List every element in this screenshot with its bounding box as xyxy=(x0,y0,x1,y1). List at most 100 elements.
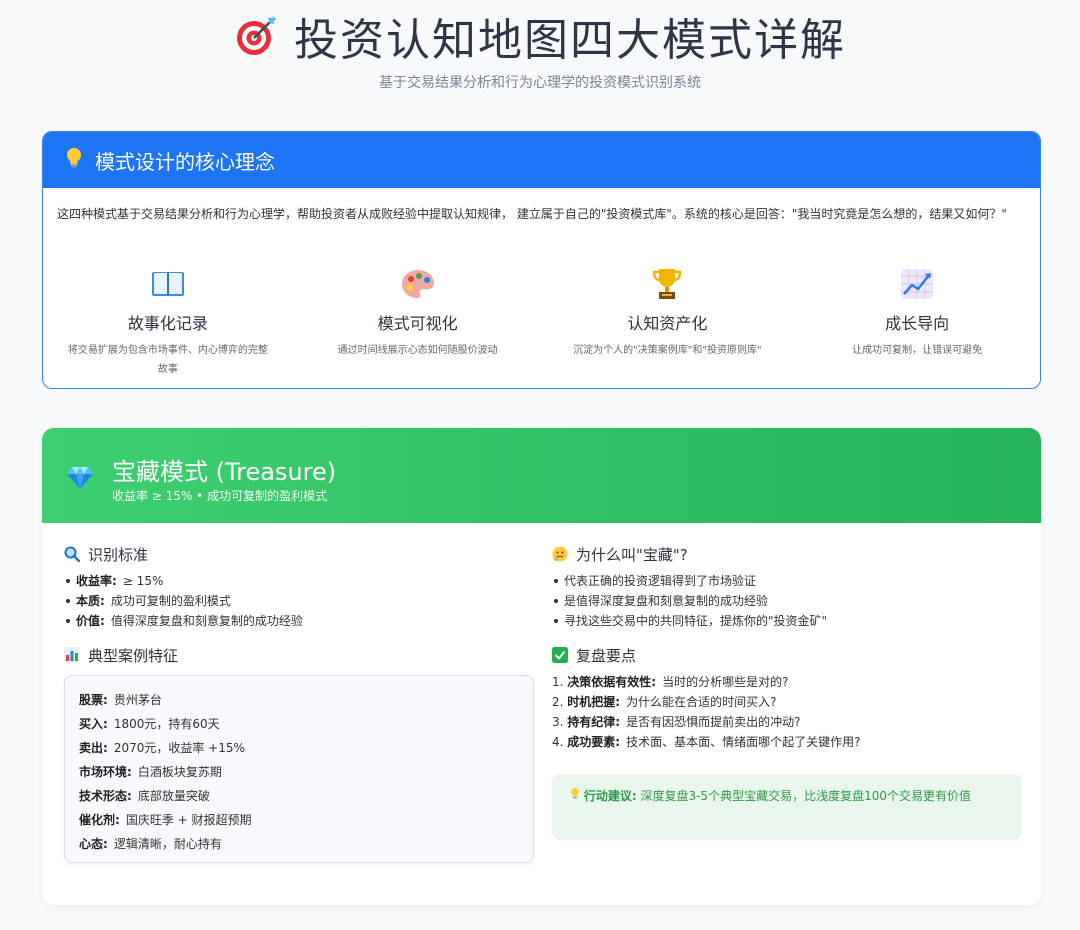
pillar-desc: 让成功可复制，让错误可避免 xyxy=(852,345,983,356)
item-number: 2. xyxy=(552,695,564,709)
list-item: 代表正确的投资逻辑得到了市场验证 xyxy=(552,571,1022,591)
item-value: 为什么能在合适的时间买入? xyxy=(626,695,777,709)
lightbulb-icon xyxy=(570,787,584,803)
item-key: 收益率: xyxy=(76,574,117,588)
case-section-title: 典型案例特征 xyxy=(64,645,534,665)
criteria-section-title: 识别标准 xyxy=(64,544,534,564)
case-value: 贵州茅台 xyxy=(113,693,162,707)
case-value: 2070元，收益率 +15% xyxy=(113,741,245,755)
core-concept-card: 模式设计的核心理念 这四种模式基于交易结果分析和行为心理学，帮助投资者从成败经验… xyxy=(42,131,1041,389)
treasure-subtitle: 收益率 ≥ 15% • 成功可复制的盈利模式 xyxy=(112,489,328,503)
criteria-title: 识别标准 xyxy=(88,545,149,564)
pillar-list: 故事化记录 将交易扩展为包含市场事件、内心博弈的完整故事 模式可视化 通过时间线… xyxy=(43,264,1040,379)
review-list: 1. 决策依据有效性: 当时的分析哪些是对的? 2. 时机把握: 为什么能在合适的时… xyxy=(552,672,1022,752)
case-row: 市场环境: 白酒板块复苏期 xyxy=(79,760,519,784)
review-section-title: 复盘要点 xyxy=(552,645,1022,665)
item-value: 成功可复制的盈利模式 xyxy=(110,594,231,608)
case-value: 国庆旺季 + 财报超预期 xyxy=(125,813,252,827)
item-key: 时机把握: xyxy=(567,695,621,709)
advice-label: 行动建议: xyxy=(583,789,637,803)
case-row: 卖出: 2070元，收益率 +15% xyxy=(79,736,519,760)
target-dart-icon xyxy=(234,14,278,58)
chart-up-icon xyxy=(792,264,1040,304)
list-item: 价值: 值得深度复盘和刻意复制的成功经验 xyxy=(64,611,534,631)
item-key: 持有纪律: xyxy=(567,715,621,729)
treasure-right-column: 为什么叫"宝藏"? 代表正确的投资逻辑得到了市场验证 是值得深度复盘和刻意复制的… xyxy=(552,544,1022,840)
magnifier-icon xyxy=(64,546,81,563)
item-value: 值得深度复盘和刻意复制的成功经验 xyxy=(110,614,303,628)
item-value: 当时的分析哪些是对的? xyxy=(662,675,789,689)
list-item: 2. 时机把握: 为什么能在合适的时间买入? xyxy=(552,692,1022,712)
pillar-title: 成长导向 xyxy=(885,314,950,333)
core-card-title: 模式设计的核心理念 xyxy=(95,149,275,174)
open-book-icon xyxy=(43,264,293,304)
treasure-card-header: 宝藏模式 (Treasure) 收益率 ≥ 15% • 成功可复制的盈利模式 xyxy=(42,428,1041,523)
case-box: 股票: 贵州茅台 买入: 1800元，持有60天 卖出: 2070元，收益率 +15%… xyxy=(64,675,534,863)
pillar-title: 认知资产化 xyxy=(627,314,708,333)
pillar-item: 故事化记录 将交易扩展为包含市场事件、内心博弈的完整故事 xyxy=(43,264,293,379)
item-key: 成功要素: xyxy=(567,735,621,749)
gem-icon xyxy=(66,466,94,490)
treasure-title: 宝藏模式 (Treasure) xyxy=(112,458,337,486)
bar-chart-icon xyxy=(64,647,80,663)
treasure-mode-card: 宝藏模式 (Treasure) 收益率 ≥ 15% • 成功可复制的盈利模式 识… xyxy=(42,428,1041,905)
list-item: 1. 决策依据有效性: 当时的分析哪些是对的? xyxy=(552,672,1022,692)
criteria-list: 收益率: ≥ 15% 本质: 成功可复制的盈利模式 价值: 值得深度复盘和刻意复制的成… xyxy=(64,571,534,631)
case-key: 买入: xyxy=(79,717,108,731)
case-key: 心态: xyxy=(79,837,108,851)
item-key: 决策依据有效性: xyxy=(567,675,657,689)
pillar-title: 故事化记录 xyxy=(127,314,208,333)
palette-icon xyxy=(293,264,543,304)
page-subtitle: 基于交易结果分析和行为心理学的投资模式识别系统 xyxy=(379,75,701,91)
case-key: 卖出: xyxy=(79,741,108,755)
item-number: 1. xyxy=(552,675,564,689)
pillar-desc: 通过时间线展示心态如何随股价波动 xyxy=(337,345,498,356)
check-box-icon xyxy=(552,647,568,663)
advice-box: 行动建议: 深度复盘3-5个典型宝藏交易，比浅度复盘100个交易更有价值 xyxy=(552,774,1022,840)
page-title: 投资认知地图四大模式详解 xyxy=(294,15,846,66)
item-value: 是否有因恐惧而提前卖出的冲动? xyxy=(626,715,801,729)
case-key: 市场环境: xyxy=(79,765,132,779)
trophy-icon xyxy=(543,264,793,304)
case-row: 心态: 逻辑清晰，耐心持有 xyxy=(79,832,519,856)
item-value: 技术面、基本面、情绪面哪个起了关键作用? xyxy=(626,735,861,749)
list-item: 寻找这些交易中的共同特征，提炼你的"投资金矿" xyxy=(552,611,1022,631)
case-row: 买入: 1800元，持有60天 xyxy=(79,712,519,736)
case-value: 白酒板块复苏期 xyxy=(137,765,222,779)
item-value: ≥ 15% xyxy=(122,574,164,588)
treasure-left-column: 识别标准 收益率: ≥ 15% 本质: 成功可复制的盈利模式 价值: 值得深度复盘和刻… xyxy=(64,544,534,863)
core-intro-text: 这四种模式基于交易结果分析和行为心理学，帮助投资者从成败经验中提取认知规律， 建… xyxy=(57,207,1007,221)
list-item: 是值得深度复盘和刻意复制的成功经验 xyxy=(552,591,1022,611)
list-item: 3. 持有纪律: 是否有因恐惧而提前卖出的冲动? xyxy=(552,712,1022,732)
case-key: 股票: xyxy=(79,693,108,707)
item-key: 价值: xyxy=(76,614,105,628)
list-item: 4. 成功要素: 技术面、基本面、情绪面哪个起了关键作用? xyxy=(552,732,1022,752)
list-item: 收益率: ≥ 15% xyxy=(64,571,534,591)
why-section-title: 为什么叫"宝藏"? xyxy=(552,544,1022,564)
list-item: 本质: 成功可复制的盈利模式 xyxy=(64,591,534,611)
pillar-item: 成长导向 让成功可复制，让错误可避免 xyxy=(792,264,1040,379)
case-key: 催化剂: xyxy=(79,813,120,827)
pillar-item: 模式可视化 通过时间线展示心态如何随股价波动 xyxy=(293,264,543,379)
case-value: 逻辑清晰，耐心持有 xyxy=(113,837,222,851)
review-title: 复盘要点 xyxy=(576,646,637,665)
why-title: 为什么叫"宝藏"? xyxy=(576,545,688,564)
case-row: 技术形态: 底部放量突破 xyxy=(79,784,519,808)
case-row: 催化剂: 国庆旺季 + 财报超预期 xyxy=(79,808,519,832)
case-value: 1800元，持有60天 xyxy=(113,717,220,731)
item-number: 4. xyxy=(552,735,564,749)
pillar-desc: 沉淀为个人的"决策案例库"和"投资原则库" xyxy=(573,345,762,356)
item-number: 3. xyxy=(552,715,564,729)
case-key: 技术形态: xyxy=(79,789,132,803)
advice-text: 深度复盘3-5个典型宝藏交易，比浅度复盘100个交易更有价值 xyxy=(640,789,971,803)
case-value: 底部放量突破 xyxy=(137,789,210,803)
thinking-face-icon xyxy=(552,546,568,562)
page-title-row: 投资认知地图四大模式详解 xyxy=(0,4,1080,68)
why-list: 代表正确的投资逻辑得到了市场验证 是值得深度复盘和刻意复制的成功经验 寻找这些交… xyxy=(552,571,1022,631)
lightbulb-icon xyxy=(65,147,83,174)
pillar-desc: 将交易扩展为包含市场事件、内心博弈的完整故事 xyxy=(67,345,268,375)
core-card-header: 模式设计的核心理念 xyxy=(43,132,1040,188)
pillar-title: 模式可视化 xyxy=(377,314,458,333)
pillar-item: 认知资产化 沉淀为个人的"决策案例库"和"投资原则库" xyxy=(543,264,793,379)
item-key: 本质: xyxy=(76,594,105,608)
